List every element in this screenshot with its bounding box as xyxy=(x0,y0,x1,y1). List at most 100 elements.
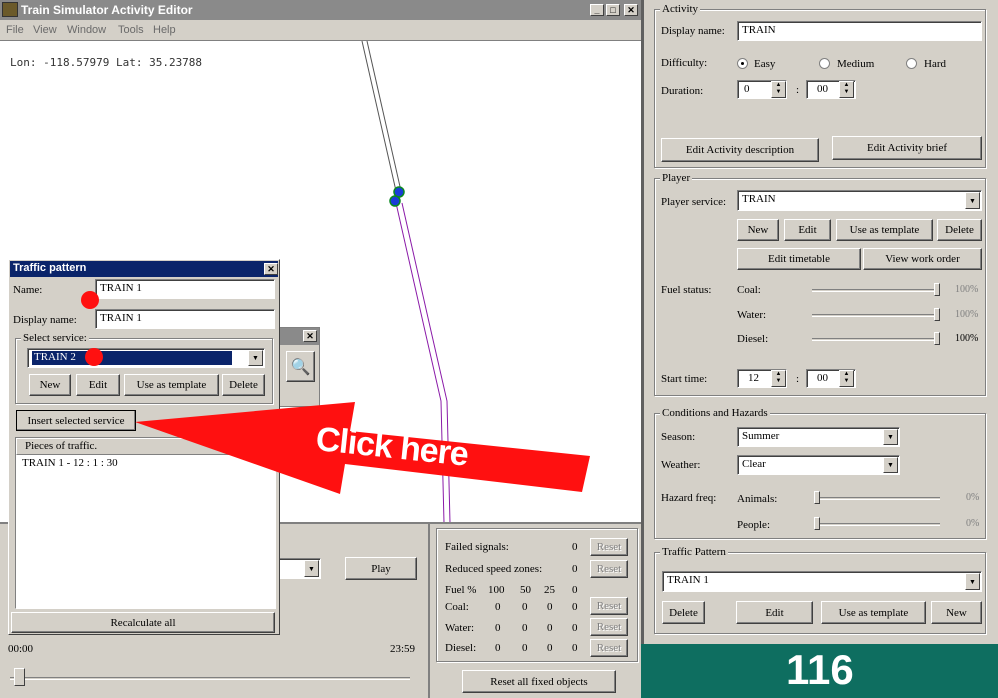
maximize-icon[interactable]: □ xyxy=(606,4,620,16)
time-slider-thumb[interactable] xyxy=(14,668,25,686)
diesel-slider-thumb[interactable] xyxy=(934,332,940,345)
coal-slider-thumb[interactable] xyxy=(934,283,940,296)
annotation-dot-name xyxy=(81,291,99,309)
traffic-pattern-select[interactable]: TRAIN 1 ▼ xyxy=(662,571,982,592)
animals-slider[interactable] xyxy=(814,497,940,500)
reset-water-button[interactable]: Reset xyxy=(590,618,628,636)
weather-label: Weather: xyxy=(661,459,701,471)
water-slider[interactable] xyxy=(812,314,940,317)
chevron-down-icon[interactable]: ▼ xyxy=(883,457,898,473)
difficulty-easy-label: Easy xyxy=(754,58,776,70)
chevron-down-icon[interactable]: ▼ xyxy=(248,350,263,366)
traffic-edit-button[interactable]: Edit xyxy=(736,601,813,624)
window-title: Train Simulator Activity Editor xyxy=(21,3,193,17)
coal-50: 0 xyxy=(522,601,528,613)
menu-window[interactable]: Window xyxy=(67,24,106,36)
view-workorder-button[interactable]: View work order xyxy=(863,248,982,270)
diesel-slider[interactable] xyxy=(812,338,940,341)
traffic-display-label: Display name: xyxy=(13,314,77,326)
activity-display-input[interactable]: TRAIN xyxy=(737,21,982,41)
people-percent: 0% xyxy=(966,518,980,529)
minimize-icon[interactable]: _ xyxy=(590,4,604,16)
recalculate-button[interactable]: Recalculate all xyxy=(11,612,275,633)
difficulty-medium-radio[interactable] xyxy=(819,58,830,69)
reset-failed-button[interactable]: Reset xyxy=(590,538,628,556)
traffic-dialog-titlebar: Traffic pattern ✕ xyxy=(10,261,278,277)
weather-select[interactable]: Clear ▼ xyxy=(737,455,900,475)
traffic-delete-button[interactable]: Delete xyxy=(662,601,705,624)
difficulty-medium-label: Medium xyxy=(837,58,875,70)
hazard-label: Hazard freq: xyxy=(661,492,717,504)
chevron-down-icon[interactable]: ▼ xyxy=(965,573,980,590)
menu-help[interactable]: Help xyxy=(153,24,176,36)
reduced-speed-label: Reduced speed zones: xyxy=(445,563,543,575)
duration-label: Duration: xyxy=(661,85,704,97)
fuel-col-100: 100 xyxy=(488,584,505,596)
animals-label: Animals: xyxy=(737,493,778,505)
player-delete-button[interactable]: Delete xyxy=(937,219,982,241)
traffic-name-input[interactable]: TRAIN 1 xyxy=(95,279,275,299)
fuel-col-0: 0 xyxy=(572,584,578,596)
service-edit-button[interactable]: Edit xyxy=(76,374,120,396)
time-slider[interactable] xyxy=(10,677,410,680)
activity-group-label: Activity xyxy=(660,3,701,15)
chevron-down-icon[interactable]: ▼ xyxy=(965,192,980,209)
edit-description-button[interactable]: Edit Activity description xyxy=(661,138,819,162)
menu-bar: File View Window Tools Help xyxy=(0,20,641,40)
coal-0: 0 xyxy=(572,601,578,613)
traffic-name-label: Name: xyxy=(13,284,43,296)
zoom-button[interactable]: 🔍 xyxy=(286,351,315,382)
difficulty-hard-radio[interactable] xyxy=(906,58,917,69)
duration-minutes-spinner[interactable]: ▲ ▼ xyxy=(839,81,854,98)
player-new-button[interactable]: New xyxy=(737,219,779,241)
service-new-button[interactable]: New xyxy=(29,374,71,396)
menu-file[interactable]: File xyxy=(6,24,24,36)
service-template-button[interactable]: Use as template xyxy=(124,374,219,396)
people-slider[interactable] xyxy=(814,523,940,526)
reset-diesel-button[interactable]: Reset xyxy=(590,639,628,657)
app-icon xyxy=(2,2,18,17)
player-edit-button[interactable]: Edit xyxy=(784,219,831,241)
traffic-display-input[interactable]: TRAIN 1 xyxy=(95,309,275,329)
close-icon[interactable]: ✕ xyxy=(303,330,317,342)
people-slider-thumb[interactable] xyxy=(814,517,820,530)
traffic-new-button[interactable]: New xyxy=(931,601,982,624)
reset-all-button[interactable]: Reset all fixed objects xyxy=(462,670,616,693)
chevron-down-icon[interactable]: ▼ xyxy=(883,429,898,445)
insert-service-button[interactable]: Insert selected service xyxy=(16,410,136,431)
water-slider-thumb[interactable] xyxy=(934,308,940,321)
menu-view[interactable]: View xyxy=(33,24,57,36)
playback-select[interactable]: ▼ xyxy=(275,558,321,579)
coal-slider[interactable] xyxy=(812,289,940,292)
season-label: Season: xyxy=(661,431,696,443)
season-select[interactable]: Summer ▼ xyxy=(737,427,900,447)
close-icon[interactable]: ✕ xyxy=(264,263,278,275)
service-select[interactable]: TRAIN 2 ▼ xyxy=(27,348,265,368)
player-service-select[interactable]: TRAIN ▼ xyxy=(737,190,982,211)
difficulty-label: Difficulty: xyxy=(661,57,708,69)
edit-brief-button[interactable]: Edit Activity brief xyxy=(832,136,982,160)
reset-coal-button[interactable]: Reset xyxy=(590,597,628,615)
coal-25: 0 xyxy=(547,601,553,613)
activity-display-label: Display name: xyxy=(661,25,725,37)
chevron-down-icon[interactable]: ▼ xyxy=(304,560,319,577)
menu-tools[interactable]: Tools xyxy=(118,24,144,36)
play-button[interactable]: Play xyxy=(345,557,417,580)
start-hours-spinner[interactable]: ▲ ▼ xyxy=(771,370,786,387)
animals-slider-thumb[interactable] xyxy=(814,491,820,504)
start-minutes-spinner[interactable]: ▲ ▼ xyxy=(839,370,854,387)
traffic-template-button[interactable]: Use as template xyxy=(821,601,926,624)
service-delete-button[interactable]: Delete xyxy=(222,374,265,396)
edit-timetable-button[interactable]: Edit timetable xyxy=(737,248,861,270)
reset-reduced-button[interactable]: Reset xyxy=(590,560,628,578)
failed-signals-value: 0 xyxy=(572,541,578,553)
diesel-0: 0 xyxy=(572,642,578,654)
close-icon[interactable]: ✕ xyxy=(624,4,638,16)
duration-hours-spinner[interactable]: ▲ ▼ xyxy=(771,81,786,98)
player-template-button[interactable]: Use as template xyxy=(836,219,933,241)
magnifier-icon: 🔍 xyxy=(290,358,311,376)
diesel-100: 0 xyxy=(495,642,501,654)
time-end: 23:59 xyxy=(390,643,416,655)
difficulty-easy-radio[interactable] xyxy=(737,58,748,69)
traffic-dialog-title: Traffic pattern xyxy=(13,262,87,274)
